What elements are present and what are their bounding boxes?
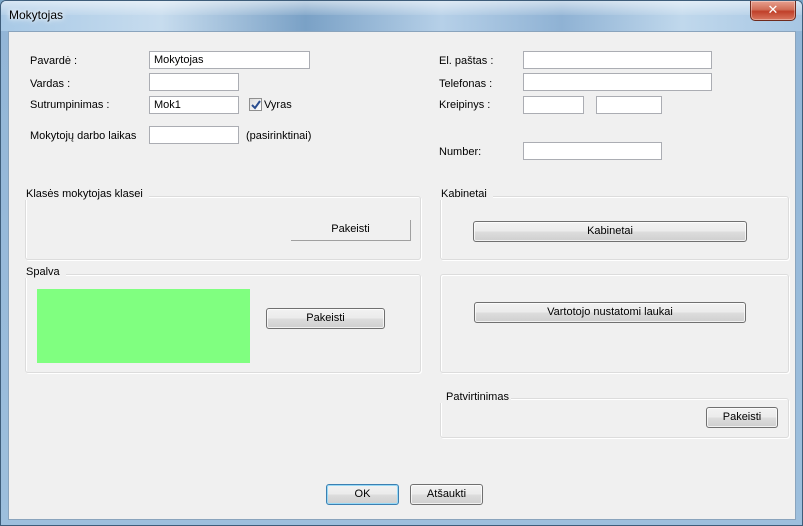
window-title: Mokytojas xyxy=(9,8,64,22)
worktime-hint: (pasirinktinai) xyxy=(246,130,312,142)
rooms-group-title: Kabinetai xyxy=(435,188,493,200)
rooms-group: Kabinetai Kabinetai xyxy=(435,188,789,260)
worktime-label: Mokytojų darbo laikas xyxy=(30,130,137,142)
name-label: Vardas : xyxy=(30,78,71,90)
dialog-window: Mokytojas ✕ Pavardė : Mokytojas Vardas :… xyxy=(0,0,803,526)
worktime-input[interactable] xyxy=(149,126,239,144)
address-input-2[interactable] xyxy=(596,96,662,114)
class-teacher-group: Klasės mokytojas klasei Pakeisti xyxy=(20,188,421,260)
number-input[interactable] xyxy=(523,142,662,160)
surname-input[interactable]: Mokytojas xyxy=(149,51,310,69)
ok-button[interactable]: OK xyxy=(326,484,399,505)
address-label: Kreipinys : xyxy=(439,99,491,111)
color-group: Spalva Pakeisti xyxy=(20,266,421,373)
confirmation-change-button[interactable]: Pakeisti xyxy=(706,407,778,428)
cancel-button[interactable]: Atšaukti xyxy=(410,484,483,505)
title-bar[interactable]: Mokytojas ✕ xyxy=(1,1,802,31)
close-button[interactable]: ✕ xyxy=(750,1,796,21)
close-icon: ✕ xyxy=(767,2,779,17)
name-input[interactable] xyxy=(149,73,239,91)
phone-label: Telefonas : xyxy=(439,78,493,90)
color-change-button[interactable]: Pakeisti xyxy=(266,308,385,329)
number-label: Number: xyxy=(439,146,482,158)
phone-input[interactable] xyxy=(523,73,712,91)
short-input[interactable]: Mok1 xyxy=(149,96,239,114)
class-teacher-group-title: Klasės mokytojas klasei xyxy=(20,188,149,200)
male-checkbox[interactable] xyxy=(249,98,262,111)
dialog-client-area: Pavardė : Mokytojas Vardas : Sutrumpinim… xyxy=(8,31,796,520)
confirmation-group-title: Patvirtinimas xyxy=(440,391,511,403)
checkmark-icon xyxy=(251,100,261,110)
surname-label: Pavardė : xyxy=(30,55,78,67)
address-input-1[interactable] xyxy=(523,96,584,114)
male-label: Vyras xyxy=(264,99,292,111)
rooms-button[interactable]: Kabinetai xyxy=(473,221,747,242)
email-label: El. paštas : xyxy=(439,55,494,67)
confirmation-group: Patvirtinimas Pakeisti xyxy=(440,391,789,438)
custom-fields-group: Vartotojo nustatomi laukai xyxy=(440,274,789,373)
color-group-title: Spalva xyxy=(20,266,66,278)
custom-fields-button[interactable]: Vartotojo nustatomi laukai xyxy=(474,302,746,323)
email-input[interactable] xyxy=(523,51,712,69)
class-change-button[interactable]: Pakeisti xyxy=(291,220,411,241)
short-label: Sutrumpinimas : xyxy=(30,99,110,111)
title-bar-glare xyxy=(1,1,802,15)
color-swatch xyxy=(37,289,250,363)
